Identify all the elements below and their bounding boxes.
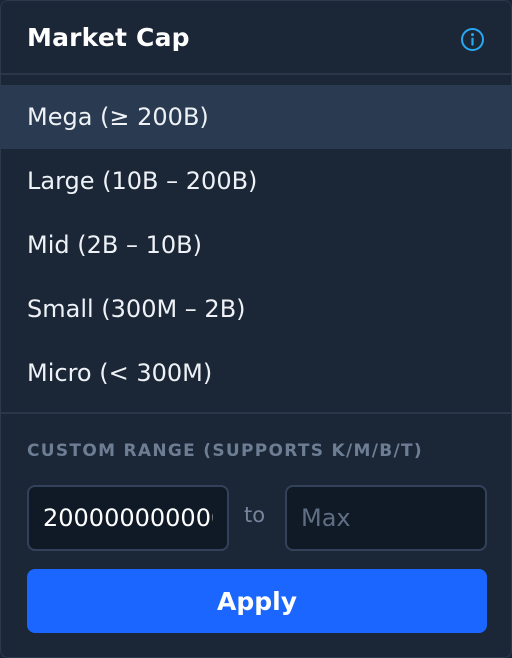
min-value-input[interactable] (27, 485, 229, 551)
option-micro[interactable]: Micro (< 300M) (1, 341, 511, 405)
option-label: Micro (< 300M) (27, 359, 213, 387)
option-mega[interactable]: Mega (≥ 200B) (1, 85, 511, 149)
apply-button[interactable]: Apply (27, 569, 487, 633)
option-label: Mid (2B – 10B) (27, 231, 202, 259)
panel-title: Market Cap (27, 23, 190, 52)
option-mid[interactable]: Mid (2B – 10B) (1, 213, 511, 277)
market-cap-filter-panel: Market Cap Mega (≥ 200B) Large (10B – 20… (0, 0, 512, 658)
max-value-input[interactable] (285, 485, 487, 551)
option-label: Small (300M – 2B) (27, 295, 246, 323)
option-small[interactable]: Small (300M – 2B) (1, 277, 511, 341)
market-cap-options: Mega (≥ 200B) Large (10B – 200B) Mid (2B… (1, 85, 511, 405)
info-icon[interactable] (460, 27, 485, 52)
custom-range-label: CUSTOM RANGE (SUPPORTS K/M/B/T) (27, 441, 423, 461)
range-separator: to (244, 503, 266, 527)
option-label: Large (10B – 200B) (27, 167, 258, 195)
panel-header: Market Cap (1, 1, 511, 75)
option-large[interactable]: Large (10B – 200B) (1, 149, 511, 213)
option-label: Mega (≥ 200B) (27, 103, 209, 131)
section-divider (1, 412, 511, 414)
